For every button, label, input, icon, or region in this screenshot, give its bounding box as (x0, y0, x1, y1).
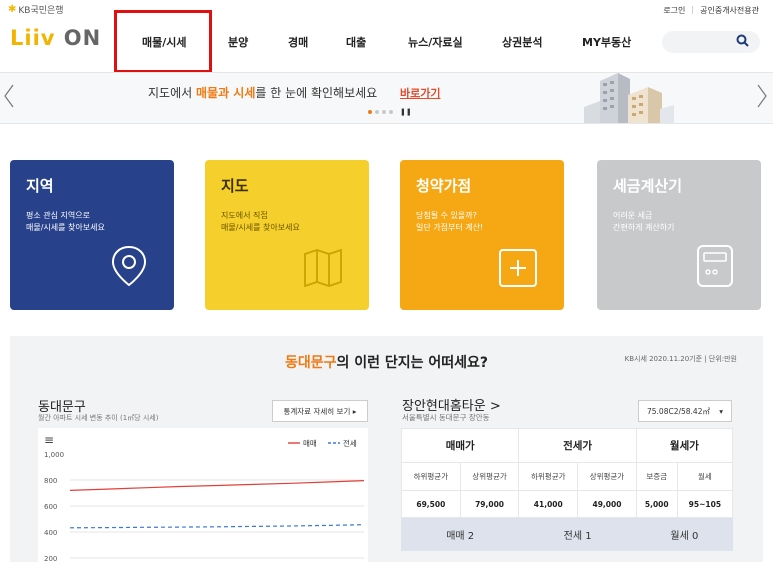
subheader-cell: 월세 (676, 462, 734, 491)
chart-menu-icon: ≡ (44, 433, 54, 447)
card-region-title: 지역 (26, 177, 54, 195)
recommendation-title-rest: 의 이런 단지는 어떠세요? (336, 355, 489, 371)
recommendation-title-district: 동대문구 (284, 355, 337, 371)
logo-part-on: ON (63, 26, 102, 50)
subheader-cell: 하위평균가 (518, 462, 579, 491)
banner-dot-4[interactable] (389, 110, 393, 114)
card-region-desc-1: 평소 관심 지역으로 (26, 211, 90, 220)
header-jeonse-price: 전세가 (518, 428, 637, 463)
card-tax-calculator[interactable]: 세금계산기 어려운 세금 간편하게 계산하기 (597, 160, 761, 310)
card-tax-desc-2: 간편하게 계산하기 (613, 223, 675, 232)
card-subscription-desc-1: 당첨될 수 있을까? (416, 211, 477, 220)
kb-bank-logo[interactable]: ✱ KB국민은행 (8, 3, 64, 16)
calculator-icon (693, 242, 737, 294)
price-trend-chart-svg: ≡ 1,000 800 600 400 200 매매 전세 (44, 433, 365, 562)
value-cell: 79,000 (459, 490, 520, 518)
subheader-cell: 상위평균가 (459, 462, 520, 491)
series-line-sale (69, 480, 365, 491)
chart-subtitle: 월간 아파트 시세 변동 추이 (1㎡당 시세) (38, 414, 159, 422)
banner-prev-chevron-icon[interactable] (4, 84, 14, 113)
top-utility-links: 로그인 | 공인중개사전용관 (663, 5, 759, 16)
value-cell: 49,000 (577, 490, 637, 518)
value-cell: 41,000 (518, 490, 579, 518)
banner-text-after: 를 한 눈에 확인해보세요 (255, 86, 378, 100)
card-map-title: 지도 (221, 177, 249, 195)
card-map-desc-1: 지도에서 직접 (221, 211, 268, 220)
map-icon (301, 246, 345, 294)
sale-count-tab[interactable]: 매매 2 (400, 517, 520, 551)
series-line-jeonse (69, 524, 365, 529)
nav-news[interactable]: 뉴스/자료실 (408, 34, 463, 50)
banner-dot-1[interactable] (368, 110, 372, 114)
login-link[interactable]: 로그인 (663, 5, 685, 16)
value-cell: 69,500 (401, 490, 461, 518)
card-map-desc-2: 매물/시세를 찾아보세요 (221, 223, 300, 232)
location-pin-icon (108, 244, 150, 294)
banner-text-before: 지도에서 (148, 86, 196, 100)
banner-dot-2[interactable] (375, 110, 379, 114)
logo-part-liiv: Liiv (10, 26, 56, 50)
nav-commercial-analysis[interactable]: 상권분석 (502, 34, 542, 50)
subheader-cell: 보증금 (635, 462, 678, 491)
y-tick-label: 1,000 (44, 451, 64, 459)
card-subscription-score[interactable]: 청약가점 당첨될 수 있을까? 일단 가점부터 계산! (400, 160, 564, 310)
banner-message: 지도에서 매물과 시세를 한 눈에 확인해보세요 (148, 84, 377, 101)
price-table: 매매가 전세가 월세가 하위평균가 상위평균가 하위평균가 상위평균가 보증금 … (400, 428, 734, 551)
banner-next-chevron-icon[interactable] (757, 84, 767, 113)
area-select[interactable]: 75.08C2/58.42㎡ ▾ (638, 400, 732, 422)
card-tax-desc-1: 어려운 세금 (613, 211, 653, 220)
liiv-on-logo[interactable]: Liiv ON (10, 26, 101, 50)
statistics-detail-button[interactable]: 통계자료 자세히 보기 ▸ (272, 400, 368, 422)
kb-star-icon: ✱ (8, 4, 17, 15)
value-cell: 5,000 (635, 490, 678, 518)
caret-down-icon: ▾ (719, 406, 723, 416)
chevron-right-icon: > (489, 399, 501, 414)
card-region[interactable]: 지역 평소 관심 지역으로 매물/시세를 찾아보세요 (10, 160, 174, 310)
banner-dot-3[interactable] (382, 110, 386, 114)
agent-portal-link[interactable]: 공인중개사전용관 (700, 5, 759, 16)
card-region-desc-2: 매물/시세를 찾아보세요 (26, 223, 105, 232)
y-tick-label: 800 (44, 477, 57, 485)
jeonse-count-tab[interactable]: 전세 1 (518, 517, 637, 551)
legend-label: 전세 (343, 438, 357, 448)
area-select-value: 75.08C2/58.42㎡ (647, 406, 710, 416)
nav-presale[interactable]: 분양 (228, 34, 248, 50)
nav-highlight-box (114, 10, 212, 73)
pause-icon[interactable]: ❚❚ (400, 108, 412, 116)
y-tick-label: 600 (44, 503, 57, 511)
y-tick-label: 200 (44, 555, 57, 562)
kb-bank-name: KB국민은행 (18, 6, 64, 16)
card-subscription-desc-2: 일단 가점부터 계산! (416, 223, 484, 232)
nav-my-realestate[interactable]: MY부동산 (582, 34, 631, 50)
divider: | (691, 5, 695, 14)
header-sale-price: 매매가 (400, 428, 520, 463)
banner-pagination: ❚❚ (368, 108, 412, 116)
card-map[interactable]: 지도 지도에서 직접 매물/시세를 찾아보세요 (205, 160, 369, 310)
plus-calculator-icon (496, 246, 540, 294)
banner-text-highlight: 매물과 시세 (195, 86, 256, 100)
subheader-cell: 하위평균가 (401, 462, 461, 491)
card-subscription-title: 청약가점 (416, 177, 472, 195)
legend-label: 매매 (303, 439, 317, 448)
nav-loan[interactable]: 대출 (346, 34, 366, 50)
card-tax-title: 세금계산기 (613, 177, 683, 195)
price-trend-chart: ≡ 1,000 800 600 400 200 매매 전세 (38, 428, 368, 562)
complex-address: 서울특별시 동대문구 장안동 (402, 413, 490, 422)
apartment-building-illustration (578, 73, 678, 123)
monthly-count-tab[interactable]: 월세 0 (635, 517, 734, 551)
header-monthly-rent: 월세가 (635, 428, 734, 463)
search-icon[interactable] (736, 34, 749, 50)
value-cell: 95~105 (676, 490, 734, 518)
banner-go-link[interactable]: 바로가기 (400, 85, 440, 101)
nav-auction[interactable]: 경매 (288, 34, 308, 50)
subheader-cell: 상위평균가 (577, 462, 637, 491)
price-basis-note: KB시세 2020.11.20기준 | 단위:만원 (624, 355, 737, 363)
y-tick-label: 400 (44, 529, 57, 537)
